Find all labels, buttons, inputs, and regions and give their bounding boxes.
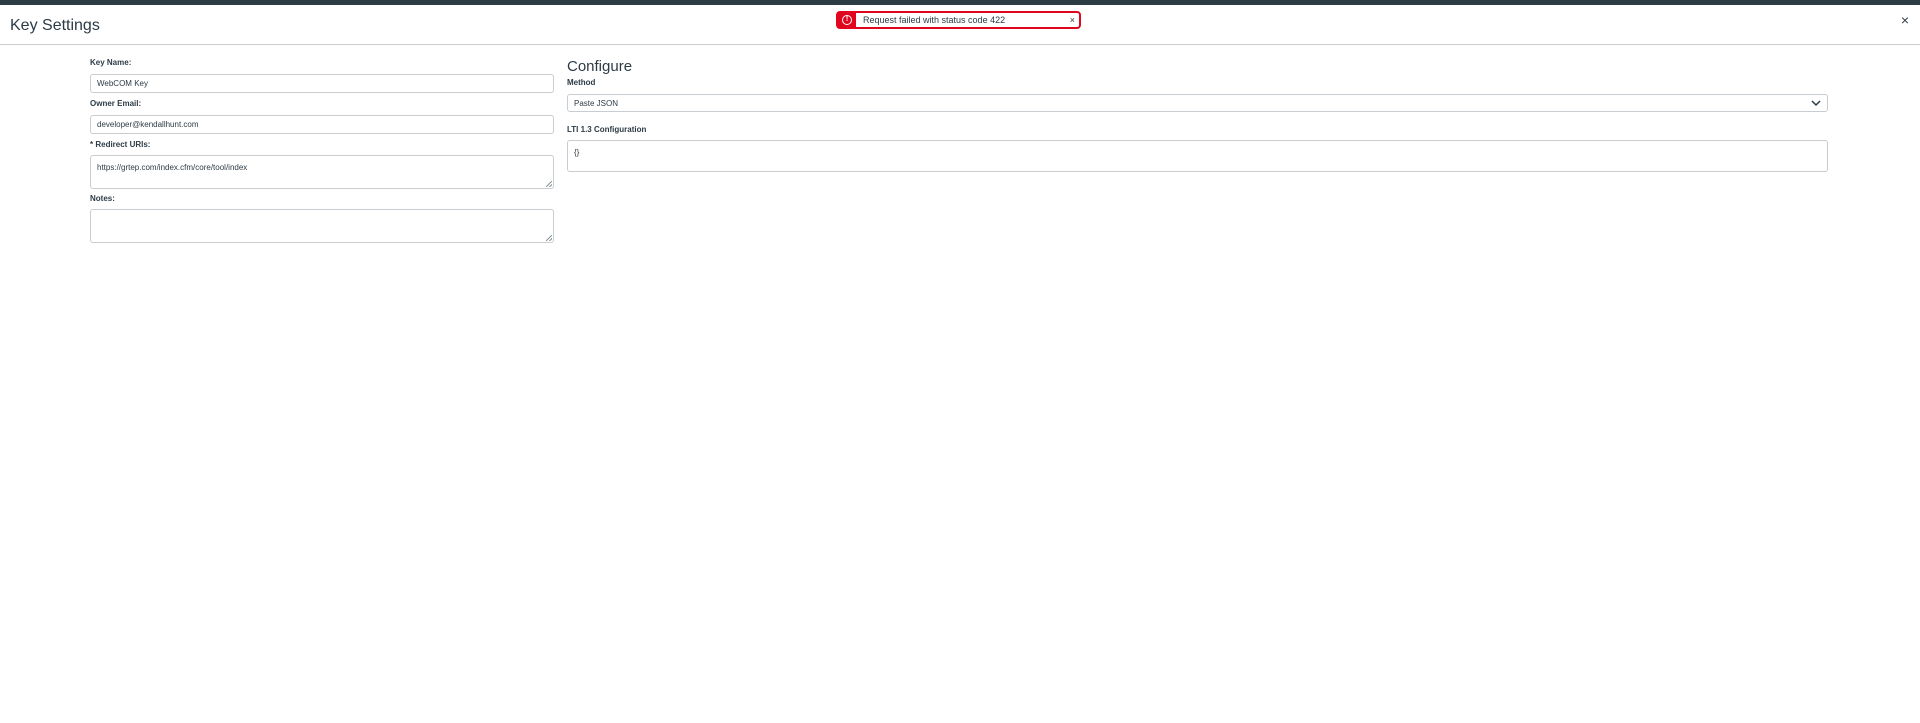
notes-textarea[interactable]	[90, 209, 554, 243]
close-icon[interactable]: ×	[1898, 13, 1912, 27]
error-alert: ! Request failed with status code 422 ×	[836, 11, 1081, 29]
alert-message: Request failed with status code 422	[863, 15, 1006, 25]
alert-close-icon[interactable]: ×	[1070, 15, 1075, 25]
warning-icon: !	[842, 15, 852, 25]
page-title: Key Settings	[10, 17, 100, 34]
resize-handle-icon[interactable]	[546, 181, 552, 187]
notes-label: Notes:	[90, 194, 115, 203]
owner-email-input[interactable]: developer@kendallhunt.com	[90, 115, 554, 134]
redirect-uris-label: * Redirect URIs:	[90, 140, 151, 149]
key-name-input[interactable]: WebCOM Key	[90, 74, 554, 93]
method-select[interactable]: Paste JSON	[567, 94, 1828, 112]
lti-config-value: {}	[574, 148, 580, 157]
owner-email-label: Owner Email:	[90, 99, 142, 108]
alert-icon-box: !	[838, 13, 856, 27]
lti-config-label: LTI 1.3 Configuration	[567, 125, 647, 134]
key-name-label: Key Name:	[90, 58, 132, 67]
method-selected-value: Paste JSON	[574, 98, 619, 108]
configure-heading: Configure	[567, 58, 633, 75]
resize-handle-icon[interactable]	[546, 235, 552, 241]
redirect-uris-textarea[interactable]: https://grtep.com/index.cfm/core/tool/in…	[90, 155, 554, 189]
method-label: Method	[567, 78, 596, 87]
redirect-uris-value: https://grtep.com/index.cfm/core/tool/in…	[97, 163, 248, 172]
lti-config-textarea[interactable]: {}	[567, 140, 1828, 172]
chevron-down-icon	[1811, 100, 1821, 107]
